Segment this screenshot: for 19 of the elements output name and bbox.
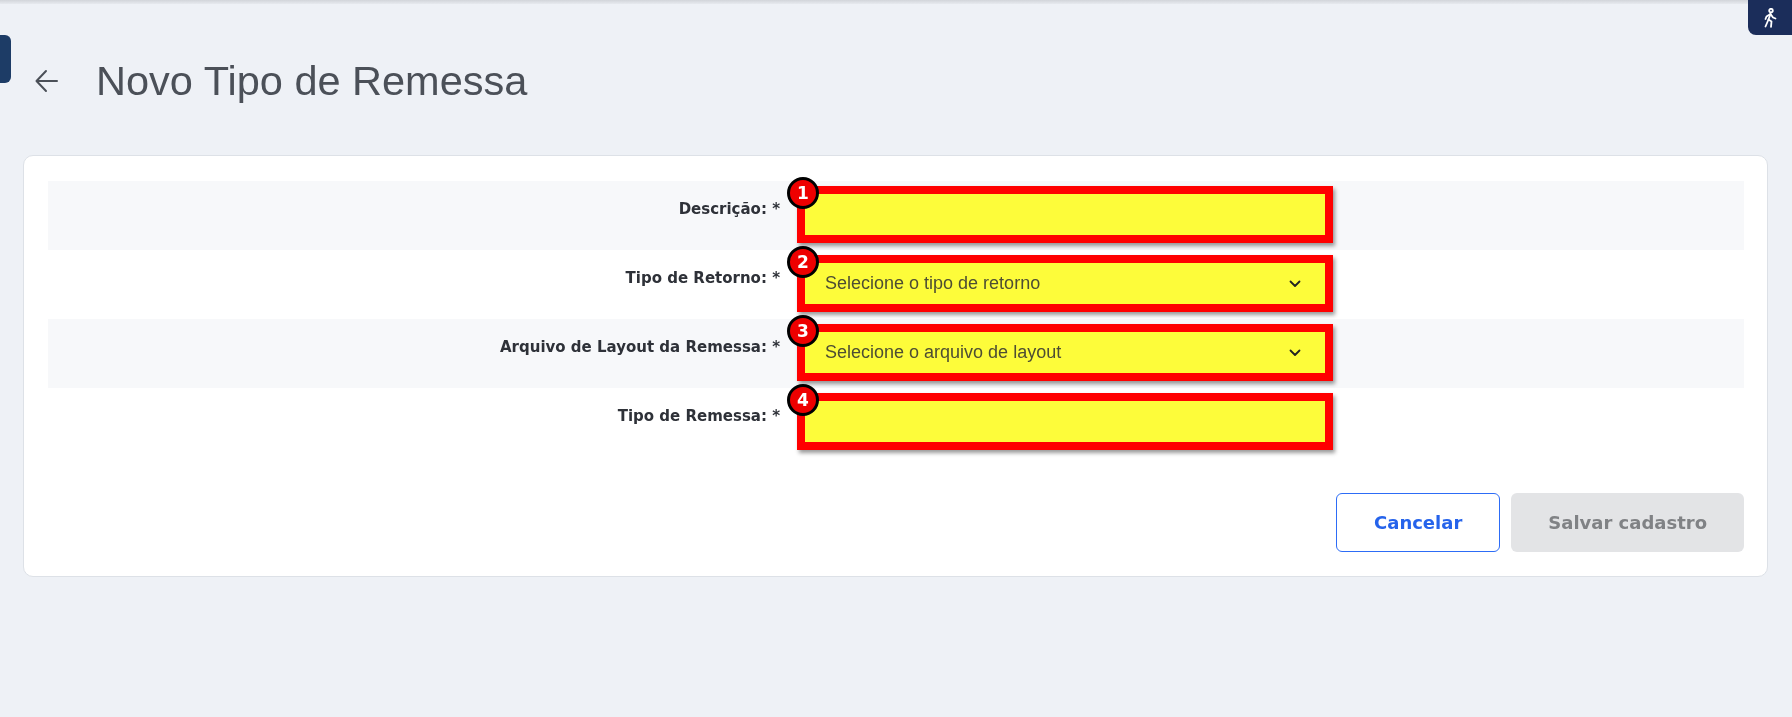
step-marker: 1 [787,177,819,209]
chevron-down-icon [1289,279,1301,288]
step-marker: 2 [787,246,819,278]
accessibility-button[interactable] [1748,0,1792,35]
text-input-field[interactable] [797,186,1333,243]
sidebar-handle[interactable] [0,35,11,83]
walking-person-icon [1762,7,1778,28]
page-title: Novo Tipo de Remessa [96,56,528,106]
field-label: Tipo de Remessa: * [617,407,780,425]
chevron-down-icon [1289,348,1301,357]
step-marker: 3 [787,315,819,347]
back-button[interactable] [35,69,59,93]
field-label: Descrição: * [678,200,780,218]
cancel-button[interactable]: Cancelar [1336,493,1501,552]
step-marker: 4 [787,384,819,416]
back-arrow-icon [35,69,59,93]
field-label: Tipo de Retorno: * [625,269,780,287]
field-label: Arquivo de Layout da Remessa: * [499,338,780,356]
text-input-field[interactable] [797,393,1333,450]
